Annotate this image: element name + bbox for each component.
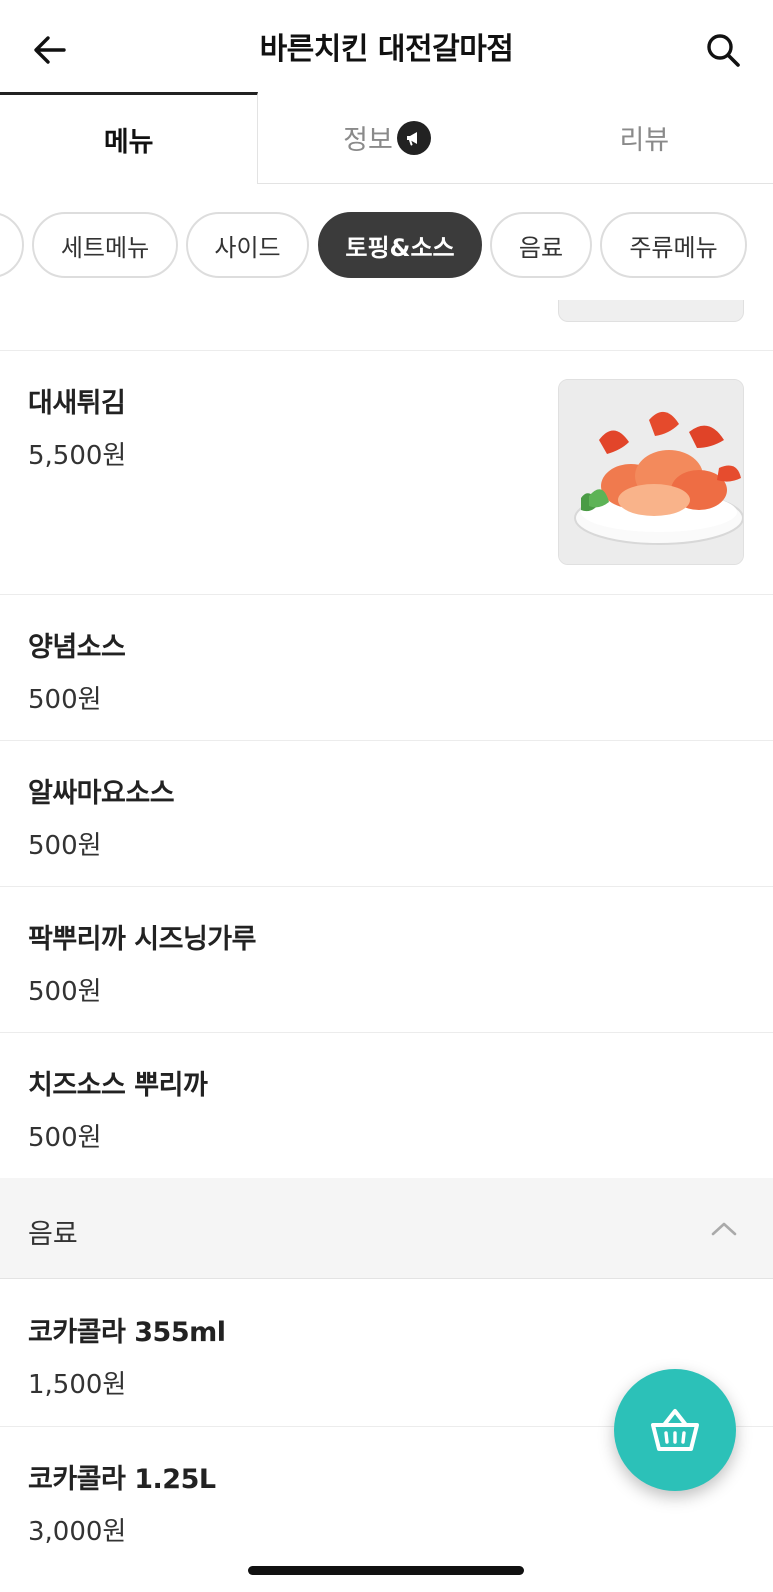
menu-item-name: 팍뿌리까 시즈닝가루 xyxy=(28,924,256,955)
chip-topping-sauce[interactable]: 토핑&소스 xyxy=(318,212,482,278)
category-chips: 세트메뉴 사이드 토핑&소스 음료 주류메뉴 xyxy=(0,210,773,280)
section-header-drinks[interactable]: 음료 xyxy=(0,1178,773,1279)
chip-label: 사이드 xyxy=(214,233,281,262)
menu-item-image xyxy=(558,300,744,322)
chip-drinks[interactable]: 음료 xyxy=(490,212,592,278)
search-icon xyxy=(707,34,740,67)
menu-item-name: 코카콜라 355ml xyxy=(28,1317,226,1348)
arrow-left-icon xyxy=(34,36,66,64)
page-title: 바른치킨 대전갈마점 xyxy=(259,32,514,67)
chip-label: 세트메뉴 xyxy=(60,233,150,262)
menu-item[interactable]: 양념소스 500원 xyxy=(0,595,773,741)
store-tabs: 메뉴 정보 리뷰 xyxy=(0,92,773,184)
menu-item-price: 1,500원 xyxy=(28,1370,127,1400)
menu-item-name: 양념소스 xyxy=(28,632,126,663)
chevron-up-icon xyxy=(711,1222,737,1236)
tab-review-label: 리뷰 xyxy=(619,125,670,156)
chip-label: 음료 xyxy=(518,233,564,262)
top-bar: 바른치킨 대전갈마점 xyxy=(0,0,773,92)
chip-alcohol[interactable]: 주류메뉴 xyxy=(600,212,747,278)
megaphone-icon xyxy=(396,120,431,155)
chip-label: 토핑&소스 xyxy=(345,233,455,262)
cart-button[interactable] xyxy=(614,1369,736,1491)
chip-set-menu[interactable]: 세트메뉴 xyxy=(32,212,178,278)
tab-info-label: 정보 xyxy=(343,125,393,156)
menu-item-name: 코카콜라 1.25L xyxy=(28,1464,216,1495)
tab-info[interactable]: 정보 xyxy=(258,92,515,183)
menu-item-price: 500원 xyxy=(28,1123,102,1153)
chip-partial[interactable] xyxy=(0,212,24,278)
tab-menu[interactable]: 메뉴 xyxy=(0,92,259,184)
section-title: 음료 xyxy=(28,1219,78,1250)
menu-item-price: 500원 xyxy=(28,831,102,861)
chip-side[interactable]: 사이드 xyxy=(186,212,309,278)
home-indicator xyxy=(248,1566,524,1575)
chip-label: 주류메뉴 xyxy=(629,233,718,262)
menu-item[interactable]: 알싸마요소스 500원 xyxy=(0,741,773,886)
menu-item-price: 500원 xyxy=(28,977,102,1007)
menu-item[interactable]: 치즈소스 뿌리까 500원 xyxy=(0,1033,773,1178)
menu-item[interactable]: 팍뿌리까 시즈닝가루 500원 xyxy=(0,887,773,1032)
menu-item-price: 3,000원 xyxy=(28,1517,127,1547)
basket-icon xyxy=(651,1409,699,1451)
back-button[interactable] xyxy=(28,28,72,72)
tab-review[interactable]: 리뷰 xyxy=(516,92,773,183)
menu-item-price: 5,500원 xyxy=(28,441,127,471)
search-button[interactable] xyxy=(701,28,745,72)
menu-item-price: 500원 xyxy=(28,685,102,715)
shrimp-tempura-image xyxy=(558,379,744,565)
menu-item-name: 대새튀김 xyxy=(28,388,126,419)
menu-item-name: 치즈소스 뿌리까 xyxy=(28,1070,208,1101)
tab-menu-label: 메뉴 xyxy=(103,127,154,158)
menu-item-name: 알싸마요소스 xyxy=(28,778,175,809)
